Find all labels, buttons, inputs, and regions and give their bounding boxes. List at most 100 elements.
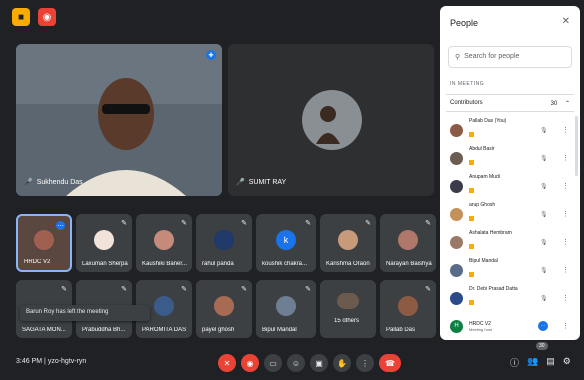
close-icon[interactable]: ✕ (562, 16, 570, 27)
list-item[interactable]: arup Ghosh 🎙︎ ⋮ (446, 200, 574, 228)
participant-avatar (154, 295, 174, 316)
call-controls: ✕ ◉ ▭ ☺ ▣ ✋ ⋮ ☎ (218, 354, 401, 372)
participant-avatar (214, 229, 234, 250)
more-options-button[interactable]: ⋮ (356, 354, 374, 372)
participant-name: Bipul Mandal (262, 327, 297, 333)
panel-scrollbar[interactable] (575, 116, 578, 176)
mic-off-icon: 🎙︎ (540, 211, 548, 218)
participant-name: payel ghosh (202, 327, 235, 333)
participant-list: Pallab Das (You) 🎙︎ ⋮ Abdul Basir 🎙︎ ⋮ A… (446, 116, 574, 340)
participant-tile[interactable]: ✎ Karishma Oraon (320, 214, 376, 272)
more-vert-icon[interactable]: ⋮ (562, 210, 569, 218)
activities-icon[interactable]: ⚙ (563, 356, 571, 369)
main-speaker-name: Sukhendu Das (36, 178, 83, 186)
participant-name: koushik chakra... (262, 261, 308, 267)
participant-tile[interactable]: ✎ Narayan Baishya (380, 214, 436, 272)
contributors-count: 30 (550, 101, 558, 107)
participant-avatar (398, 295, 418, 316)
meeting-info: 3:46 PM | yzo-hgtv-ryn (16, 358, 86, 365)
camera-toggle-button[interactable]: ◉ (241, 354, 259, 372)
emoji-button[interactable]: ☺ (287, 354, 305, 372)
more-vert-icon[interactable]: ⋮ (562, 154, 569, 162)
pin-icon[interactable]: ✚ (206, 50, 216, 60)
left-meeting-toast: Barun Roy has left the meeting (20, 305, 150, 321)
speaker-avatar-image (302, 90, 362, 150)
more-vert-icon[interactable]: ⋮ (562, 266, 569, 274)
people-panel: People ✕ ⚲ Search for people IN MEETING … (440, 6, 580, 340)
contributors-section-header[interactable]: Contributors 30 ⌃ (446, 94, 574, 112)
list-item[interactable]: Ashalata Hembram 🎙︎ ⋮ (446, 228, 574, 256)
list-item-info: Dr. Debi Prasad Datta (469, 286, 535, 310)
participant-initial-avatar: k (276, 229, 296, 250)
mic-toggle-button[interactable]: ✕ (218, 354, 236, 372)
more-vert-icon[interactable]: ⋮ (562, 238, 569, 246)
participant-name: Kaushiki Baner... (142, 261, 188, 267)
list-item[interactable]: Anupam Mudi 🎙︎ ⋮ (446, 172, 574, 200)
chat-icon[interactable]: ▤ (546, 356, 555, 369)
participant-name: HRDC V2 (24, 259, 51, 265)
mic-off-icon: ✎ (365, 220, 371, 227)
others-avatar-stack (337, 292, 359, 309)
participant-tile[interactable]: ✎ payel ghosh (196, 280, 252, 338)
present-button[interactable]: ▣ (310, 354, 328, 372)
search-icon: ⚲ (455, 54, 461, 61)
list-item[interactable]: Abdul Basir 🎙︎ ⋮ (446, 144, 574, 172)
participant-tile[interactable]: ✎ Laxuman Sherpa (76, 214, 132, 272)
list-item-name: Ashalata Hembram (469, 230, 512, 236)
list-item-name: arup Ghosh (469, 202, 496, 208)
bottom-control-bar: 3:46 PM | yzo-hgtv-ryn ✕ ◉ ▭ ☺ ▣ ✋ ⋮ ☎ ⓘ… (0, 342, 584, 380)
others-tile[interactable]: 15 others (320, 280, 376, 338)
recording-indicator-icon[interactable]: ■ (12, 8, 30, 26)
chevron-up-icon[interactable]: ⌃ (565, 101, 570, 107)
captions-button[interactable]: ▭ (264, 354, 282, 372)
list-item[interactable]: Bipul Mandal 🎙︎ ⋮ (446, 256, 574, 284)
host-options-icon[interactable]: ⋯ (538, 321, 548, 331)
more-vert-icon[interactable]: ⋮ (562, 182, 569, 190)
tag-icon (469, 188, 474, 193)
meeting-code: yzo-hgtv-ryn (47, 358, 87, 365)
participant-tile[interactable]: ✎ Bipul Mandal (256, 280, 316, 338)
raise-hand-button[interactable]: ✋ (333, 354, 351, 372)
search-placeholder: Search for people (464, 53, 520, 60)
participant-tile[interactable]: ✎ Pallab Das (380, 280, 436, 338)
mic-off-icon: 🎙︎ (540, 155, 548, 162)
participant-tile[interactable]: ⋯ HRDC V2 (16, 214, 72, 272)
list-item[interactable]: Dr. Debi Prasad Datta 🎙︎ ⋮ (446, 284, 574, 312)
participant-avatar (338, 229, 358, 250)
list-item-name: Abdul Basir (469, 146, 495, 152)
mic-off-icon: 🎙︎ (540, 127, 548, 134)
participant-name: Laxuman Sherpa (82, 261, 128, 267)
participant-tile[interactable]: ✎ Kaushiki Baner... (136, 214, 192, 272)
mic-off-icon: 🎙︎ (540, 267, 548, 274)
info-icon[interactable]: ⓘ (510, 356, 519, 369)
avatar (450, 151, 463, 165)
avatar (450, 207, 463, 221)
more-options-icon[interactable]: ⋯ (56, 221, 65, 230)
participant-tile[interactable]: k ✎ koushik chakra... (256, 214, 316, 272)
avatar (450, 235, 463, 249)
main-speaker-tile[interactable]: ✚ 🎤 Sukhendu Das (16, 44, 222, 196)
people-icon[interactable]: 👥 (527, 356, 538, 369)
mic-off-icon: ✎ (121, 220, 127, 227)
participant-name: Prabuddha Bh... (82, 327, 126, 333)
list-item-info: Abdul Basir (469, 146, 535, 170)
list-item[interactable]: H HRDC V2 Meeting host ⋯ ⋮ (446, 312, 574, 340)
more-vert-icon[interactable]: ⋮ (562, 322, 569, 330)
others-count-label: 15 others (334, 318, 360, 324)
meeting-time: 3:46 PM (16, 358, 43, 365)
side-panel-toggles: ⓘ 👥 ▤ ⚙ (510, 356, 571, 369)
participant-avatar (398, 229, 418, 250)
list-item-info: arup Ghosh (469, 202, 535, 226)
leave-call-button[interactable]: ☎ (379, 354, 401, 372)
people-search-input[interactable]: ⚲ Search for people (448, 46, 572, 68)
list-item[interactable]: Pallab Das (You) 🎙︎ ⋮ (446, 116, 574, 144)
live-indicator-icon[interactable]: ◉ (38, 8, 56, 26)
more-vert-icon[interactable]: ⋮ (562, 126, 569, 134)
more-vert-icon[interactable]: ⋮ (562, 294, 569, 302)
list-item-info: HRDC V2 Meeting host (469, 321, 535, 332)
participant-name: Pallab Das (386, 327, 416, 333)
panel-title: People (450, 18, 479, 28)
participant-tile[interactable]: ✎ rahul panda (196, 214, 252, 272)
list-item-name: Pallab Das (You) (469, 118, 507, 124)
second-speaker-tile[interactable]: 🎤 SUMIT RAY (228, 44, 434, 196)
